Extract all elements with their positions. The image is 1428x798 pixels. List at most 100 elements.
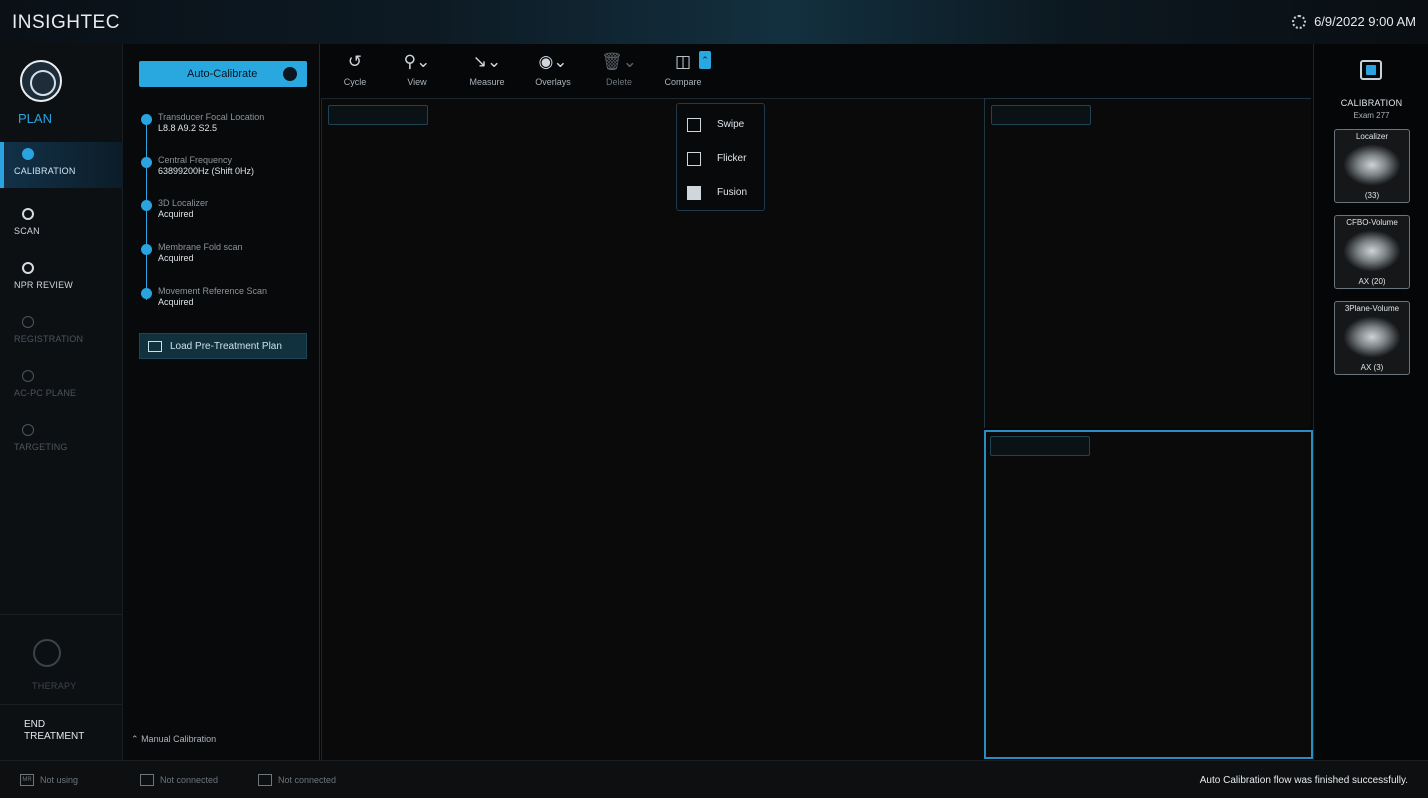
menu-item-label: Swipe xyxy=(717,119,745,130)
mr-icon: MR xyxy=(20,774,34,786)
viewport-main[interactable] xyxy=(321,98,984,760)
therapy-section[interactable]: THERAPY xyxy=(0,614,123,704)
series-name: Localizer xyxy=(1355,132,1388,141)
nav-label: CALIBRATION xyxy=(14,166,76,176)
compare-menu: Swipe Flicker Fusion xyxy=(676,103,765,211)
gear-icon[interactable] xyxy=(1292,14,1307,29)
viewport-label-box xyxy=(990,436,1090,456)
fusion-icon xyxy=(687,186,701,200)
series-caption: AX (3) xyxy=(1360,363,1384,372)
step-title: Movement Reference Scan xyxy=(158,286,268,296)
compare-dropdown-toggle[interactable]: ⌃ xyxy=(699,51,711,69)
connection-status-1: Not connected xyxy=(140,774,218,786)
view-label: View xyxy=(407,77,427,87)
mr-status-text: Not using xyxy=(40,775,79,785)
series-panel: CALIBRATION Exam 277 Localizer (33) CFBO… xyxy=(1313,44,1428,760)
step-title: Membrane Fold scan xyxy=(158,242,243,252)
check-circle-icon xyxy=(141,200,152,211)
overlays-label: Overlays xyxy=(535,77,571,87)
series-thumbnail[interactable]: Localizer (33) xyxy=(1334,129,1410,203)
connection-status-text: Not connected xyxy=(278,775,337,785)
scan-image xyxy=(1343,144,1401,186)
nav-item-registration[interactable]: REGISTRATION xyxy=(0,310,123,356)
plan-label: PLAN xyxy=(18,111,52,126)
nav-label: SCAN xyxy=(14,226,40,236)
cycle-button[interactable]: ↺ Cycle xyxy=(329,50,381,94)
datetime-text: 6/9/2022 9:00 AM xyxy=(1314,14,1416,29)
ruler-icon: ↘⌄ xyxy=(472,52,502,72)
auto-calibrate-button[interactable]: Auto-Calibrate xyxy=(139,61,307,87)
step-value: L8.8 A9.2 S2.5 xyxy=(158,123,218,133)
nav-item-ac-pc-plane[interactable]: AC-PC PLANE xyxy=(0,364,123,410)
folder-icon xyxy=(148,341,162,352)
menu-item-swipe[interactable]: Swipe xyxy=(687,116,757,136)
circle-icon xyxy=(22,208,34,220)
series-thumbnail[interactable]: CFBO-Volume AX (20) xyxy=(1334,215,1410,289)
check-circle-icon xyxy=(141,244,152,255)
exam-number: Exam 277 xyxy=(1353,111,1390,120)
chevron-up-icon: ⌃ xyxy=(131,734,139,744)
step-title: 3D Localizer xyxy=(158,198,209,208)
view-button[interactable]: ⚲⌄ View xyxy=(391,50,443,94)
eye-icon: ◉⌄ xyxy=(538,52,568,72)
cycle-label: Cycle xyxy=(343,77,367,87)
therapy-icon xyxy=(33,639,61,667)
step-title: Transducer Focal Location xyxy=(158,112,265,122)
circle-icon xyxy=(22,370,34,382)
menu-item-fusion[interactable]: Fusion xyxy=(687,184,757,204)
viewport-label-box xyxy=(328,105,428,125)
scan-image xyxy=(1343,316,1401,358)
menu-item-flicker[interactable]: Flicker xyxy=(687,150,757,170)
nav-item-scan[interactable]: SCAN xyxy=(0,202,123,248)
trash-icon: 🗑⌄ xyxy=(601,52,637,72)
viewport-top-right[interactable] xyxy=(984,98,1311,428)
monitor-icon[interactable] xyxy=(1360,60,1382,80)
nav-item-calibration[interactable]: CALIBRATION xyxy=(0,142,123,188)
nav-item-npr-review[interactable]: NPR REVIEW xyxy=(0,256,123,302)
load-pre-treatment-plan-button[interactable]: Load Pre-Treatment Plan xyxy=(139,333,307,359)
series-thumbnail[interactable]: 3Plane-Volume AX (3) xyxy=(1334,301,1410,375)
check-circle-icon xyxy=(141,114,152,125)
delete-label: Delete xyxy=(605,77,632,87)
nav-label: TARGETING xyxy=(14,442,68,452)
check-circle-icon xyxy=(141,288,152,299)
chevron-up-icon: ⌃ xyxy=(701,55,709,65)
check-circle-icon xyxy=(141,157,152,168)
status-message: Auto Calibration flow was finished succe… xyxy=(1199,775,1408,786)
swipe-icon xyxy=(687,118,701,132)
auto-calibrate-label: Auto-Calibrate xyxy=(187,68,258,80)
manual-calibration-toggle[interactable]: ⌃ Manual Calibration xyxy=(131,734,216,745)
datetime: 6/9/2022 9:00 AM xyxy=(1292,14,1416,29)
circle-icon xyxy=(22,262,34,274)
scan-image xyxy=(1343,230,1401,272)
viewport-bottom-right[interactable] xyxy=(984,430,1313,759)
brain-icon[interactable] xyxy=(20,60,62,102)
series-name: CFBO-Volume xyxy=(1346,218,1398,227)
menu-item-label: Fusion xyxy=(717,187,748,198)
connection-status-text: Not connected xyxy=(160,775,219,785)
top-bar: INSIGHTEC 6/9/2022 9:00 AM xyxy=(0,0,1428,44)
step-value: Acquired xyxy=(158,297,194,307)
end-treatment-button[interactable]: END TREATMENT xyxy=(0,704,123,760)
left-nav: PLAN CALIBRATION SCAN NPR REVIEW REGISTR… xyxy=(0,44,123,760)
check-circle-icon xyxy=(22,148,34,160)
nav-item-targeting[interactable]: TARGETING xyxy=(0,418,123,464)
therapy-label: THERAPY xyxy=(32,681,77,691)
series-caption: (33) xyxy=(1364,191,1380,200)
mr-status: MR Not using xyxy=(20,774,78,786)
measure-button[interactable]: ↘⌄ Measure xyxy=(461,50,513,94)
calibration-panel: Auto-Calibrate Transducer Focal Location… xyxy=(123,44,320,760)
end-treatment-label: END TREATMENT xyxy=(24,719,85,742)
delete-button[interactable]: 🗑⌄ Delete xyxy=(593,50,645,94)
series-panel-title: CALIBRATION xyxy=(1340,98,1403,108)
series-caption: AX (20) xyxy=(1358,277,1386,286)
overlays-button[interactable]: ◉⌄ Overlays xyxy=(527,50,579,94)
measure-label: Measure xyxy=(469,77,505,87)
circle-icon xyxy=(22,424,34,436)
device-icon xyxy=(258,774,272,786)
step-value: Acquired xyxy=(158,253,194,263)
load-plan-label: Load Pre-Treatment Plan xyxy=(170,341,282,352)
status-bar: MR Not using Not connected Not connected… xyxy=(0,760,1428,798)
viewport-label-box xyxy=(991,105,1091,125)
step-value: 63899200Hz (Shift 0Hz) xyxy=(158,166,255,176)
